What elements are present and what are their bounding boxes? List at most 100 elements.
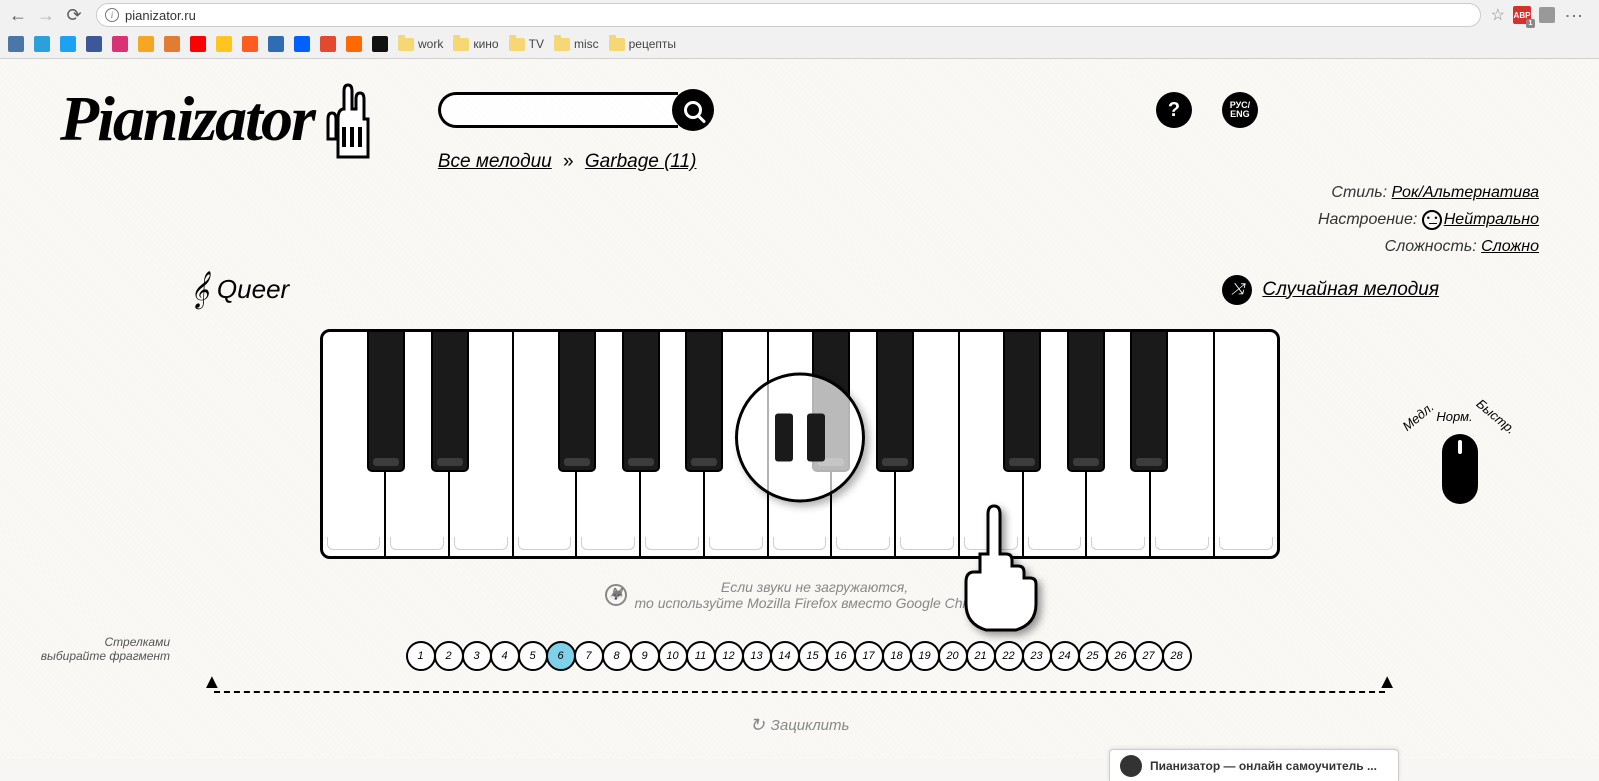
bookmark-item[interactable] — [164, 36, 180, 52]
chat-widget[interactable]: Пианизатор — онлайн самоучитель ... — [1109, 749, 1399, 781]
extension-icon[interactable] — [1539, 7, 1555, 23]
fragment-20[interactable]: 20 — [938, 641, 968, 671]
song-meta: Стиль: Рок/Альтернатива Настроение: Нейт… — [1318, 179, 1539, 261]
bookmark-item[interactable] — [242, 36, 258, 52]
fragment-7[interactable]: 7 — [574, 641, 604, 671]
fragment-10[interactable]: 10 — [658, 641, 688, 671]
info-icon[interactable]: i — [105, 8, 119, 22]
fragment-8[interactable]: 8 — [602, 641, 632, 671]
fragment-23[interactable]: 23 — [1022, 641, 1052, 671]
bookmark-item[interactable] — [138, 36, 154, 52]
bookmark-item[interactable] — [294, 36, 310, 52]
firefox-icon — [605, 584, 627, 606]
breadcrumb-all-melodies[interactable]: Все мелодии — [438, 151, 552, 172]
song-name: Queer — [217, 274, 289, 305]
fragment-21[interactable]: 21 — [966, 641, 996, 671]
pointing-hand-icon — [950, 504, 1040, 634]
meta-mood-value[interactable]: Нейтрально — [1444, 211, 1539, 228]
help-button[interactable]: ? — [1156, 92, 1192, 128]
bookmark-folder[interactable]: кино — [453, 37, 498, 51]
fragment-13[interactable]: 13 — [742, 641, 772, 671]
meta-style-value[interactable]: Рок/Альтернатива — [1392, 184, 1539, 201]
bookmark-item[interactable] — [34, 36, 50, 52]
fragment-26[interactable]: 26 — [1106, 641, 1136, 671]
fragment-22[interactable]: 22 — [994, 641, 1024, 671]
black-key[interactable] — [1003, 332, 1041, 472]
bookmark-item[interactable] — [8, 36, 24, 52]
language-toggle[interactable]: РУС/ ENG — [1222, 92, 1258, 128]
tempo-dial[interactable]: Медл. Норм. Быстр. — [1400, 409, 1520, 504]
shuffle-icon: ⤨ — [1222, 275, 1252, 305]
bookmark-folder[interactable]: рецепты — [609, 37, 676, 51]
breadcrumb-artist[interactable]: Garbage (11) — [585, 151, 697, 172]
fragment-6[interactable]: 6 — [546, 641, 576, 671]
firefox-hint: Если звуки не загружаются, то используйт… — [60, 579, 1539, 611]
fragment-27[interactable]: 27 — [1134, 641, 1164, 671]
search-box — [438, 89, 714, 131]
loop-icon: ↻ — [750, 715, 765, 736]
fragment-18[interactable]: 18 — [882, 641, 912, 671]
bookmark-item[interactable] — [346, 36, 362, 52]
random-melody-link[interactable]: ⤨ Случайная мелодия — [1222, 275, 1439, 305]
meta-diff-value[interactable]: Сложно — [1481, 238, 1539, 255]
bookmark-item[interactable] — [216, 36, 232, 52]
bookmark-item[interactable] — [86, 36, 102, 52]
fragment-5[interactable]: 5 — [518, 641, 548, 671]
fragment-28[interactable]: 28 — [1162, 641, 1192, 671]
bookmark-item[interactable] — [320, 36, 336, 52]
fragment-14[interactable]: 14 — [770, 641, 800, 671]
meta-style-label: Стиль: — [1331, 184, 1387, 201]
search-button[interactable] — [672, 89, 714, 131]
bookmark-item[interactable] — [112, 36, 128, 52]
bookmarks-bar: work кино TV misc рецепты — [0, 30, 1599, 58]
search-icon — [684, 101, 702, 119]
bookmark-item[interactable] — [60, 36, 76, 52]
loop-range[interactable]: ▲ ▲ — [196, 677, 1403, 707]
black-key[interactable] — [558, 332, 596, 472]
bookmark-item[interactable] — [268, 36, 284, 52]
fragment-1[interactable]: 1 — [406, 641, 436, 671]
black-key[interactable] — [1130, 332, 1168, 472]
treble-clef-icon: 𝄞 — [190, 271, 209, 309]
bookmark-item[interactable] — [190, 36, 206, 52]
url-bar[interactable]: i pianizator.ru — [96, 3, 1481, 27]
black-key[interactable] — [685, 332, 723, 472]
loop-toggle[interactable]: ↻ Зациклить — [140, 715, 1459, 736]
reload-button[interactable]: ⟳ — [62, 3, 86, 27]
black-key[interactable] — [431, 332, 469, 472]
meta-diff-label: Сложность: — [1385, 238, 1477, 255]
url-text: pianizator.ru — [125, 8, 196, 23]
fragment-2[interactable]: 2 — [434, 641, 464, 671]
black-key[interactable] — [876, 332, 914, 472]
fragment-11[interactable]: 11 — [686, 641, 716, 671]
bookmark-folder[interactable]: work — [398, 37, 443, 51]
bookmark-folder[interactable]: misc — [554, 37, 599, 51]
bookmark-folder[interactable]: TV — [509, 37, 544, 51]
fragment-25[interactable]: 25 — [1078, 641, 1108, 671]
fragment-4[interactable]: 4 — [490, 641, 520, 671]
fragment-19[interactable]: 19 — [910, 641, 940, 671]
black-key[interactable] — [622, 332, 660, 472]
forward-button[interactable]: → — [34, 3, 58, 27]
bookmark-star-icon[interactable]: ☆ — [1491, 5, 1505, 25]
fragment-9[interactable]: 9 — [630, 641, 660, 671]
pause-icon — [775, 413, 793, 461]
search-input[interactable] — [438, 92, 678, 128]
browser-menu-icon[interactable]: ⋮ — [1563, 7, 1585, 23]
tempo-knob[interactable] — [1442, 434, 1478, 504]
fragment-3[interactable]: 3 — [462, 641, 492, 671]
white-key[interactable] — [1215, 332, 1277, 556]
fragment-12[interactable]: 12 — [714, 641, 744, 671]
pause-button[interactable] — [735, 372, 865, 502]
black-key[interactable] — [367, 332, 405, 472]
fragment-17[interactable]: 17 — [854, 641, 884, 671]
fragment-24[interactable]: 24 — [1050, 641, 1080, 671]
logo[interactable]: Pianizator — [60, 79, 378, 159]
loop-end-arrow-icon[interactable]: ▲ — [1377, 671, 1397, 694]
fragment-16[interactable]: 16 — [826, 641, 856, 671]
bookmark-item[interactable] — [372, 36, 388, 52]
back-button[interactable]: ← — [6, 3, 30, 27]
fragment-15[interactable]: 15 — [798, 641, 828, 671]
abp-extension-icon[interactable]: ABP — [1513, 6, 1531, 24]
black-key[interactable] — [1067, 332, 1105, 472]
